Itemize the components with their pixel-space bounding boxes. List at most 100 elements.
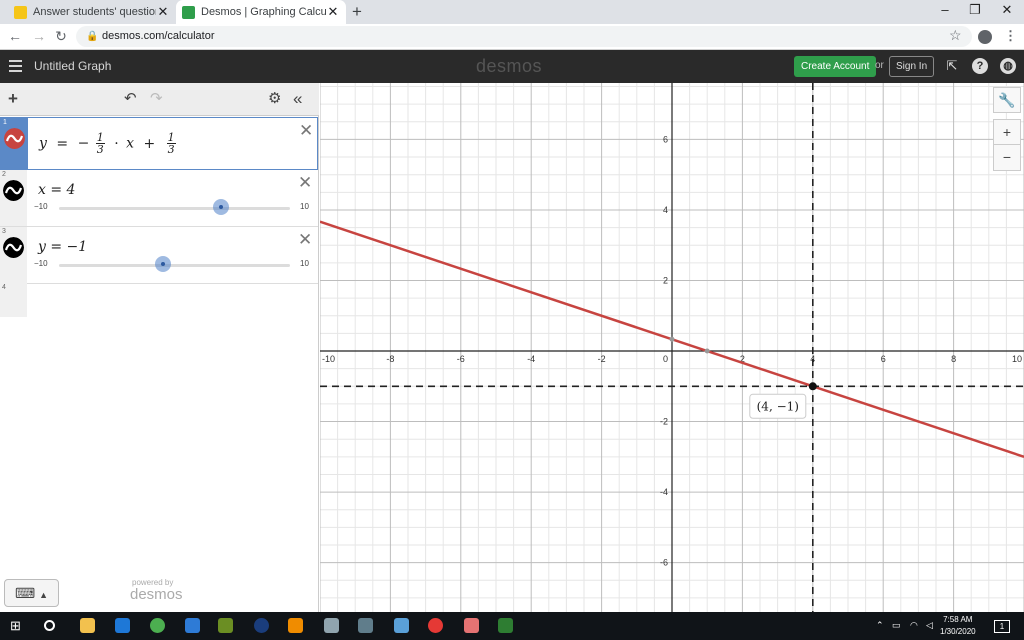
wifi-icon[interactable]: ◠: [910, 620, 918, 631]
app-icon[interactable]: [464, 618, 479, 633]
sign-in-button[interactable]: Sign In: [889, 56, 935, 77]
close-tab-icon[interactable]: ✕: [326, 4, 340, 20]
slider-max[interactable]: 10: [300, 202, 309, 211]
settings-gear-icon[interactable]: ⚙: [268, 89, 281, 107]
expression-index: 2: [2, 171, 6, 178]
slider-track[interactable]: [59, 264, 290, 267]
expression-formula[interactable]: y = − 1 3 · x + 1 3: [39, 132, 178, 155]
expression-index: 4: [2, 284, 6, 291]
graph-canvas[interactable]: -10-8-6-4-20246810 642-2-4-6 (4, −1): [320, 83, 1024, 612]
app-icon[interactable]: [288, 618, 303, 633]
slider-min[interactable]: −10: [34, 259, 48, 268]
language-globe-icon[interactable]: ◍: [1000, 58, 1016, 74]
app-icon[interactable]: [254, 618, 269, 633]
close-window-icon[interactable]: ✕: [992, 2, 1022, 18]
x-tick-label: -6: [457, 354, 465, 364]
zoom-out-button[interactable]: −: [993, 145, 1021, 171]
volume-icon[interactable]: ◁: [926, 620, 933, 631]
expression-row-3[interactable]: 3 y = −1 ✕ −10 10: [0, 227, 318, 284]
expression-panel: + ↶ ↷ ⚙ « 1 y = − 1 3 · x + 1 3 ✕ 2 x = …: [0, 83, 319, 612]
site-favicon-icon: [14, 5, 27, 19]
file-explorer-icon[interactable]: [80, 618, 95, 633]
zoom-in-button[interactable]: +: [993, 119, 1021, 145]
expression-formula[interactable]: x = 4: [38, 182, 75, 198]
back-icon[interactable]: ←: [6, 28, 24, 44]
undo-icon[interactable]: ↶: [124, 89, 137, 107]
restore-icon[interactable]: ❐: [960, 2, 990, 18]
notifications-icon[interactable]: 1: [994, 620, 1010, 633]
app-icon[interactable]: [358, 618, 373, 633]
new-tab-icon[interactable]: +: [352, 2, 362, 22]
x-intercept-point[interactable]: [704, 348, 710, 354]
hamburger-menu-icon[interactable]: [9, 60, 22, 72]
y-tick-label: -6: [660, 558, 668, 568]
app-icon[interactable]: [218, 618, 233, 633]
battery-icon[interactable]: ▭: [892, 620, 901, 631]
app-icon[interactable]: [185, 618, 200, 633]
expression-index: 1: [3, 119, 7, 126]
expression-gutter: 3: [0, 227, 27, 283]
keyboard-icon: ⌨: [14, 585, 36, 601]
tab-desmos[interactable]: Desmos | Graphing Calculator ✕: [176, 0, 346, 24]
app-icon[interactable]: [324, 618, 339, 633]
excel-icon[interactable]: [498, 618, 513, 633]
show-hidden-icons-icon[interactable]: ⌃: [876, 620, 884, 631]
app-icon[interactable]: [394, 618, 409, 633]
expression-row-2[interactable]: 2 x = 4 ✕ −10 10: [0, 170, 318, 227]
delete-expression-icon[interactable]: ✕: [299, 121, 313, 141]
desmos-header: Untitled Graph desmos Create Account or …: [0, 50, 1024, 83]
url-field[interactable]: 🔒 desmos.com/calculator: [76, 26, 972, 47]
new-expression-row[interactable]: 4: [0, 283, 27, 317]
fraction-1: 1 3: [95, 132, 105, 155]
clock-time: 7:58 AM: [943, 615, 973, 624]
bookmark-star-icon[interactable]: ☆: [949, 27, 962, 44]
line-color-toggle-icon[interactable]: [4, 128, 25, 149]
slider-track[interactable]: [59, 207, 290, 210]
windows-start-icon[interactable]: ⊞: [10, 618, 25, 633]
tab-title: Desmos | Graphing Calculator: [201, 6, 326, 18]
point-color-toggle-icon[interactable]: [3, 237, 24, 258]
graph-title[interactable]: Untitled Graph: [34, 59, 111, 73]
reload-icon[interactable]: ↻: [52, 28, 70, 45]
search-icon[interactable]: [44, 620, 55, 631]
browser-menu-icon[interactable]: ⋮: [1004, 28, 1017, 44]
minimize-icon[interactable]: –: [930, 2, 960, 17]
taskbar-clock[interactable]: 7:58 AM 1/30/2020: [940, 614, 976, 638]
expression-row-1[interactable]: 1 y = − 1 3 · x + 1 3 ✕: [0, 117, 318, 170]
delete-expression-icon[interactable]: ✕: [298, 230, 312, 250]
slider-min[interactable]: −10: [34, 202, 48, 211]
collapse-panel-icon[interactable]: «: [293, 89, 302, 109]
slider-max[interactable]: 10: [300, 259, 309, 268]
y-tick-label: 2: [663, 275, 668, 285]
slider-knob[interactable]: [213, 199, 229, 215]
intersection-point[interactable]: [808, 382, 817, 391]
chrome-browser-icon[interactable]: [150, 618, 165, 633]
redo-icon[interactable]: ↷: [150, 89, 163, 107]
opera-browser-icon[interactable]: [428, 618, 443, 633]
expression-formula[interactable]: y = −1: [38, 239, 87, 255]
close-tab-icon[interactable]: ✕: [156, 4, 170, 20]
x-tick-label: -8: [386, 354, 394, 364]
address-bar: ← → ↻ 🔒 desmos.com/calculator ☆ ⋮: [0, 24, 1024, 50]
tab-answer-questions[interactable]: Answer students' questions and e ✕: [8, 0, 176, 24]
edge-browser-icon[interactable]: [115, 618, 130, 633]
point-label: (4, −1): [757, 399, 799, 413]
formula-equals: =: [56, 135, 69, 152]
forward-icon[interactable]: →: [30, 28, 48, 44]
add-item-icon[interactable]: +: [8, 89, 18, 109]
y-tick-label: -4: [660, 487, 668, 497]
or-label: or: [875, 60, 884, 71]
keyboard-toggle-button[interactable]: ⌨ ▲: [4, 579, 59, 607]
delete-expression-icon[interactable]: ✕: [298, 173, 312, 193]
point-color-toggle-icon[interactable]: [3, 180, 24, 201]
slider-knob[interactable]: [155, 256, 171, 272]
profile-avatar-icon[interactable]: [978, 30, 992, 44]
y-intercept-point[interactable]: [669, 336, 675, 342]
share-icon[interactable]: ⇱: [944, 58, 960, 74]
lock-icon: 🔒: [86, 31, 99, 42]
graph-settings-wrench-icon[interactable]: 🔧: [993, 87, 1021, 113]
x-tick-label: 10: [1012, 354, 1022, 364]
create-account-button[interactable]: Create Account: [794, 56, 877, 77]
help-icon[interactable]: ?: [972, 58, 988, 74]
windows-taskbar: ⊞ ⌃ ▭ ◠ ◁ 7:58 AM 1/30/2020 1: [0, 612, 1024, 640]
